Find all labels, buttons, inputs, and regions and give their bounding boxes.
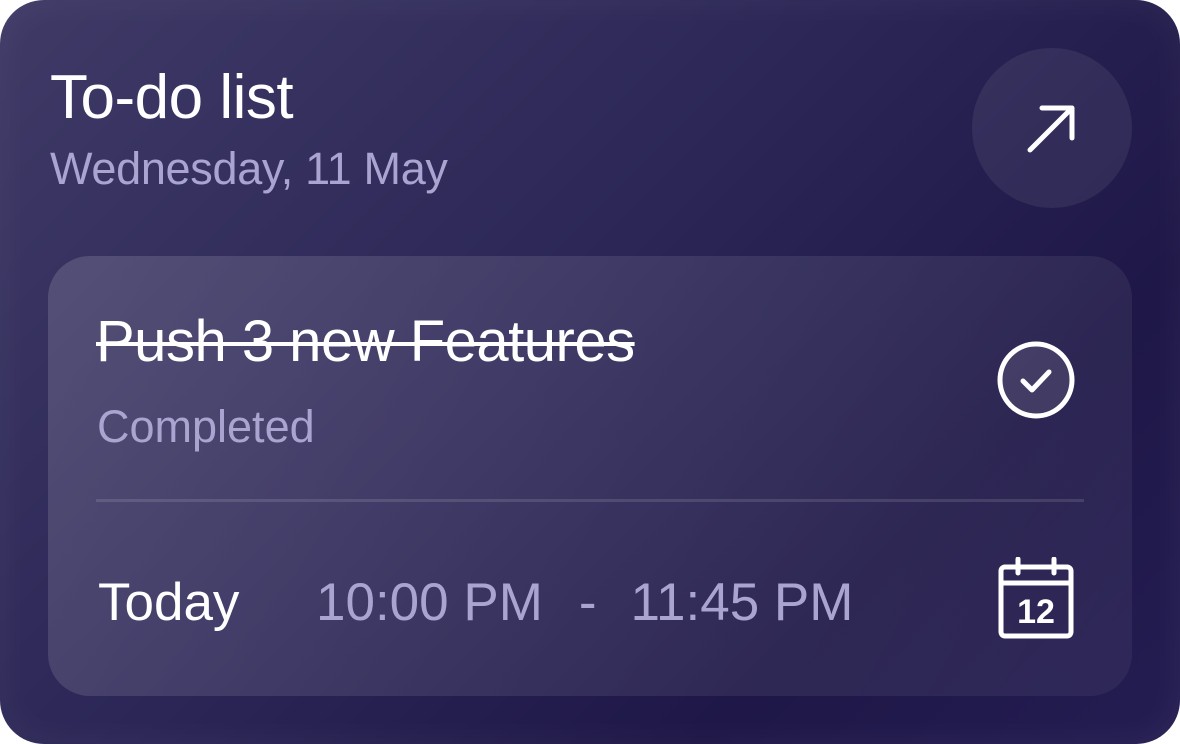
task-status: Completed <box>97 401 315 452</box>
task-day: Today <box>98 573 240 632</box>
expand-button[interactable] <box>972 48 1132 208</box>
arrow-up-right-icon <box>1027 105 1075 153</box>
task-card[interactable]: Push 3 new Features Completed Today 10:0… <box>48 256 1132 696</box>
divider <box>96 499 1084 502</box>
todo-widget: To-do list Wednesday, 11 May Push 3 new … <box>0 0 1180 744</box>
task-time-range: 10:00 PM -11:45 PM <box>316 572 853 634</box>
calendar-day-number: 12 <box>1017 593 1055 631</box>
check-circle-icon[interactable] <box>996 340 1076 420</box>
end-time: 11:45 PM <box>630 573 854 632</box>
widget-title: To-do list <box>50 63 294 132</box>
calendar-icon[interactable]: 12 <box>998 557 1074 639</box>
widget-date: Wednesday, 11 May <box>50 143 448 194</box>
start-time: 10:00 PM <box>316 573 543 632</box>
time-separator: - <box>578 573 597 632</box>
task-title: Push 3 new Features <box>96 309 635 374</box>
